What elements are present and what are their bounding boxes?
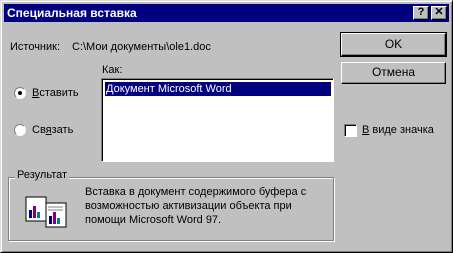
paste-result-icon xyxy=(25,196,67,228)
paste-special-dialog: Специальная вставка ? ✕ Источник: C:\Мои… xyxy=(0,0,453,253)
result-line: возможностью активизации объекта при xyxy=(85,200,292,212)
source-path: C:\Мои документы\ole1.doc xyxy=(72,41,211,53)
display-as-icon-label[interactable]: В виде значка xyxy=(362,124,434,136)
format-listbox[interactable]: Документ Microsoft Word xyxy=(101,78,334,162)
title-bar[interactable]: Специальная вставка ? ✕ xyxy=(4,4,449,22)
paste-radio[interactable] xyxy=(14,87,26,99)
radio-selected-dot xyxy=(18,91,22,95)
result-description: Вставка в документ содержимого буфера с … xyxy=(85,185,325,227)
close-button[interactable]: ✕ xyxy=(431,6,447,20)
result-line: помощи Microsoft Word 97. xyxy=(85,214,222,226)
display-as-icon-checkbox[interactable] xyxy=(344,124,357,137)
as-label: Как: xyxy=(102,64,123,76)
ok-button[interactable]: OK xyxy=(340,32,447,57)
help-button[interactable]: ? xyxy=(413,6,429,20)
result-line: Вставка в документ содержимого буфера с xyxy=(85,186,307,198)
result-group-label: Результат xyxy=(15,169,70,181)
cancel-button[interactable]: Отмена xyxy=(341,62,446,84)
link-radio[interactable] xyxy=(14,124,26,136)
paste-radio-label[interactable]: Вставить xyxy=(32,87,79,99)
source-label: Источник: xyxy=(10,41,61,53)
list-item[interactable]: Документ Microsoft Word xyxy=(104,81,332,97)
dialog-title: Специальная вставка xyxy=(7,6,137,20)
link-radio-label[interactable]: Связать xyxy=(32,124,73,136)
